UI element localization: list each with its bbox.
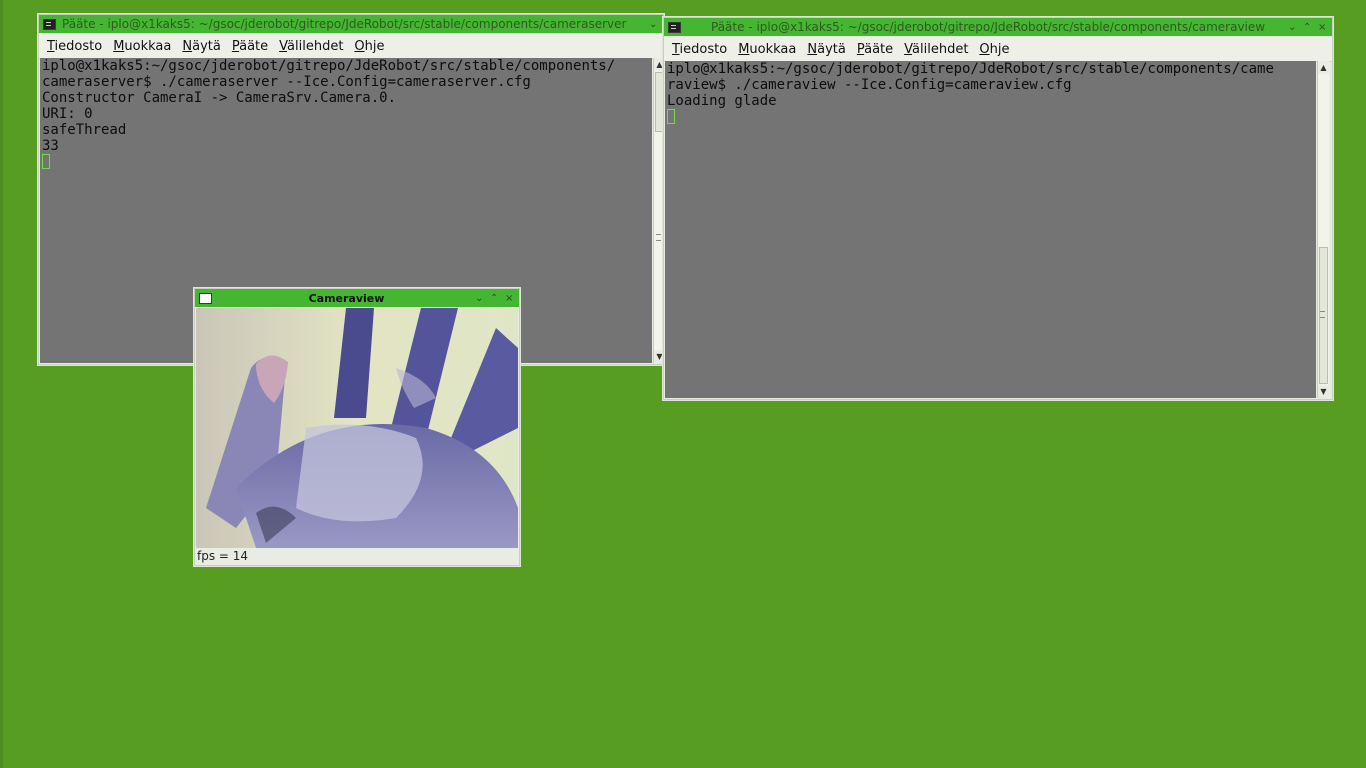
terminal-line: iplo@x1kaks5:~/gsoc/jderobot/gitrepo/Jde… <box>667 61 1274 77</box>
titlebar[interactable]: Cameraview ⌄ ⌃ × <box>195 289 519 307</box>
maximize-button[interactable]: ⌃ <box>1303 22 1311 33</box>
minimize-button[interactable]: ⌄ <box>1288 22 1296 33</box>
window-icon[interactable] <box>199 292 212 304</box>
terminal-line: safeThread <box>42 122 127 138</box>
menu-ohje[interactable]: Ohje <box>979 42 1009 57</box>
menu-nayta[interactable]: Näytä <box>807 42 845 57</box>
menubar: Tiedosto Muokkaa Näytä Pääte Välilehdet … <box>664 37 1332 62</box>
status-bar: fps = 14 <box>196 548 518 564</box>
menu-tiedosto[interactable]: Tiedosto <box>47 39 102 54</box>
minimize-button[interactable]: ⌄ <box>475 293 483 304</box>
terminal-line: URI: 0 <box>42 106 93 122</box>
terminal-line: iplo@x1kaks5:~/gsoc/jderobot/gitrepo/Jde… <box>42 58 616 74</box>
terminal-line: raview$ ./cameraview --Ice.Config=camera… <box>667 77 1072 93</box>
hand-image <box>196 308 518 548</box>
menu-ohje[interactable]: Ohje <box>354 39 384 54</box>
titlebar[interactable]: Pääte - iplo@x1kaks5: ~/gsoc/jderobot/gi… <box>39 15 663 33</box>
close-button[interactable]: × <box>1318 22 1326 33</box>
camera-frame-image <box>196 308 518 548</box>
text-cursor <box>667 109 675 124</box>
menu-paate[interactable]: Pääte <box>232 39 268 54</box>
cameraview-window[interactable]: Cameraview ⌄ ⌃ × fps = 14 <box>194 288 520 566</box>
menu-muokkaa[interactable]: Muokkaa <box>113 39 171 54</box>
terminal-output[interactable]: iplo@x1kaks5:~/gsoc/jderobot/gitrepo/Jde… <box>665 61 1316 398</box>
titlebar[interactable]: Pääte - iplo@x1kaks5: ~/gsoc/jderobot/gi… <box>664 18 1332 36</box>
desktop-edge <box>0 0 3 768</box>
menu-nayta[interactable]: Näytä <box>182 39 220 54</box>
minimize-button[interactable]: ⌄ <box>649 19 657 30</box>
terminal-line: 33 <box>42 138 59 154</box>
menubar: Tiedosto Muokkaa Näytä Pääte Välilehdet … <box>39 34 663 59</box>
menu-tiedosto[interactable]: Tiedosto <box>672 42 727 57</box>
scroll-grip-icon <box>1320 311 1325 318</box>
scroll-grip-icon <box>656 234 661 241</box>
maximize-button[interactable]: ⌃ <box>490 293 498 304</box>
menu-valilehdet[interactable]: Välilehdet <box>904 42 968 57</box>
window-title: Pääte - iplo@x1kaks5: ~/gsoc/jderobot/gi… <box>62 17 627 31</box>
terminal-icon[interactable] <box>668 21 681 33</box>
close-button[interactable]: × <box>505 293 513 304</box>
terminal-icon[interactable] <box>43 18 56 30</box>
menu-paate[interactable]: Pääte <box>857 42 893 57</box>
scroll-down-arrow-icon[interactable]: ▼ <box>1318 385 1329 398</box>
menu-muokkaa[interactable]: Muokkaa <box>738 42 796 57</box>
window-title: Pääte - iplo@x1kaks5: ~/gsoc/jderobot/gi… <box>711 20 1266 34</box>
menu-valilehdet[interactable]: Välilehdet <box>279 39 343 54</box>
terminal-window-cameraview[interactable]: Pääte - iplo@x1kaks5: ~/gsoc/jderobot/gi… <box>663 17 1333 400</box>
terminal-line: Loading glade <box>667 93 777 109</box>
scrollbar[interactable]: ▲ ▼ <box>1317 61 1329 398</box>
text-cursor <box>42 154 50 169</box>
scroll-up-arrow-icon[interactable]: ▲ <box>1318 61 1329 74</box>
terminal-line: Constructor CameraI -> CameraSrv.Camera.… <box>42 90 397 106</box>
terminal-line: cameraserver$ ./cameraserver --Ice.Confi… <box>42 74 531 90</box>
window-title: Cameraview <box>308 291 385 305</box>
